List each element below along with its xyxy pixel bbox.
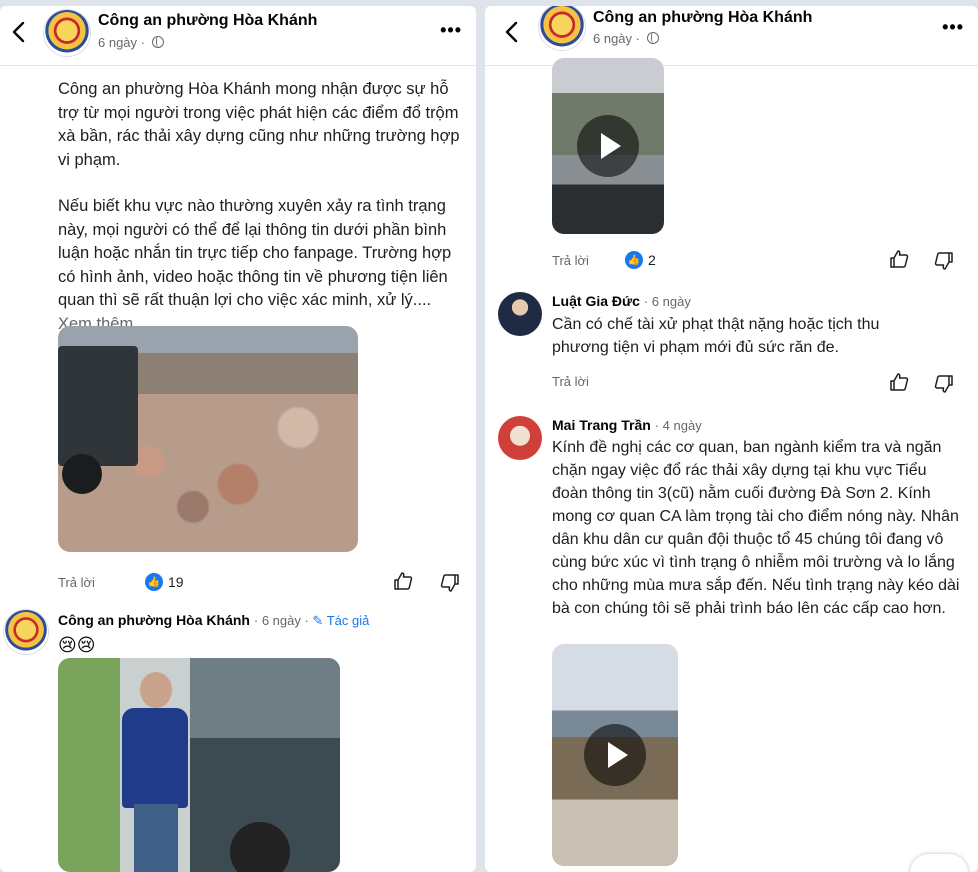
dislike-icon[interactable] [934, 374, 954, 394]
post-header: Công an phường Hòa Khánh 6 ngày · ••• [0, 6, 476, 66]
reply-button[interactable]: Trả lời [552, 253, 589, 268]
comment-text: Cần có chế tài xử phạt thật nặng hoặc tị… [552, 316, 880, 356]
comment-actions-1: Trả lời 👍 2 [552, 251, 656, 269]
more-options-icon[interactable]: ••• [942, 17, 964, 38]
like-icon[interactable] [393, 571, 413, 591]
play-icon[interactable] [577, 115, 639, 177]
reaction-count[interactable]: 2 [648, 252, 656, 268]
reaction-count[interactable]: 19 [168, 574, 184, 590]
comment-actions-2: Trả lời [552, 374, 589, 389]
comment-author[interactable]: Luật Gia Đức · 6 ngày [552, 293, 691, 309]
person-shape [120, 672, 190, 872]
post-time: 6 ngày · [98, 35, 164, 50]
back-arrow-icon[interactable] [8, 20, 30, 44]
comment-author[interactable]: Công an phường Hòa Khánh · 6 ngày · ✎ Tá… [58, 612, 369, 629]
more-options-icon[interactable]: ••• [440, 20, 462, 41]
truck-shape [58, 346, 138, 494]
globe-icon [646, 32, 659, 44]
like-icon[interactable] [889, 372, 909, 392]
page-name[interactable]: Công an phường Hòa Khánh [98, 12, 317, 30]
globe-icon [151, 36, 164, 48]
dislike-icon[interactable] [440, 573, 460, 593]
comment-author[interactable]: Mai Trang Trần · 4 ngày [552, 417, 702, 433]
comment-video-1[interactable] [552, 58, 664, 234]
post-paragraph-1: Công an phường Hòa Khánh mong nhận được … [58, 80, 460, 169]
comment-video-2[interactable] [552, 644, 678, 866]
commenter-avatar[interactable] [498, 292, 542, 336]
page-avatar[interactable] [539, 6, 585, 50]
like-badge-icon: 👍 [624, 251, 643, 269]
commenter-avatar[interactable] [4, 610, 48, 654]
post-body: Công an phường Hòa Khánh mong nhận được … [58, 78, 468, 359]
post-photo-rubble[interactable] [58, 326, 358, 552]
post-paragraph-2: Nếu biết khu vực nào thường xuyên xảy ra… [58, 197, 452, 333]
post-header: Công an phường Hòa Khánh 6 ngày · ••• [485, 6, 978, 66]
left-screen: Công an phường Hòa Khánh 6 ngày · ••• Cô… [0, 6, 476, 872]
reply-button[interactable]: Trả lời [552, 374, 589, 389]
dislike-icon[interactable] [934, 251, 954, 271]
back-arrow-icon[interactable] [501, 20, 523, 44]
dump-truck-shape [190, 658, 340, 872]
like-badge-icon: 👍 [144, 573, 163, 591]
comment-photo-truck[interactable] [58, 658, 340, 872]
reply-button[interactable]: Trả lời [58, 575, 95, 590]
post-actions: Trả lời 👍 19 [58, 573, 184, 591]
page-name[interactable]: Công an phường Hòa Khánh [593, 9, 812, 27]
comment-emoji: 😢😢 [58, 635, 96, 655]
comment-text: Kính đề nghị các cơ quan, ban ngành kiểm… [552, 439, 960, 617]
post-time: 6 ngày · [593, 31, 659, 46]
play-icon[interactable] [584, 724, 646, 786]
commenter-avatar[interactable] [498, 416, 542, 460]
like-icon[interactable] [889, 249, 909, 269]
author-tag: ✎ Tác giả [312, 613, 370, 628]
page-avatar[interactable] [44, 10, 90, 56]
floating-button[interactable] [910, 854, 968, 872]
